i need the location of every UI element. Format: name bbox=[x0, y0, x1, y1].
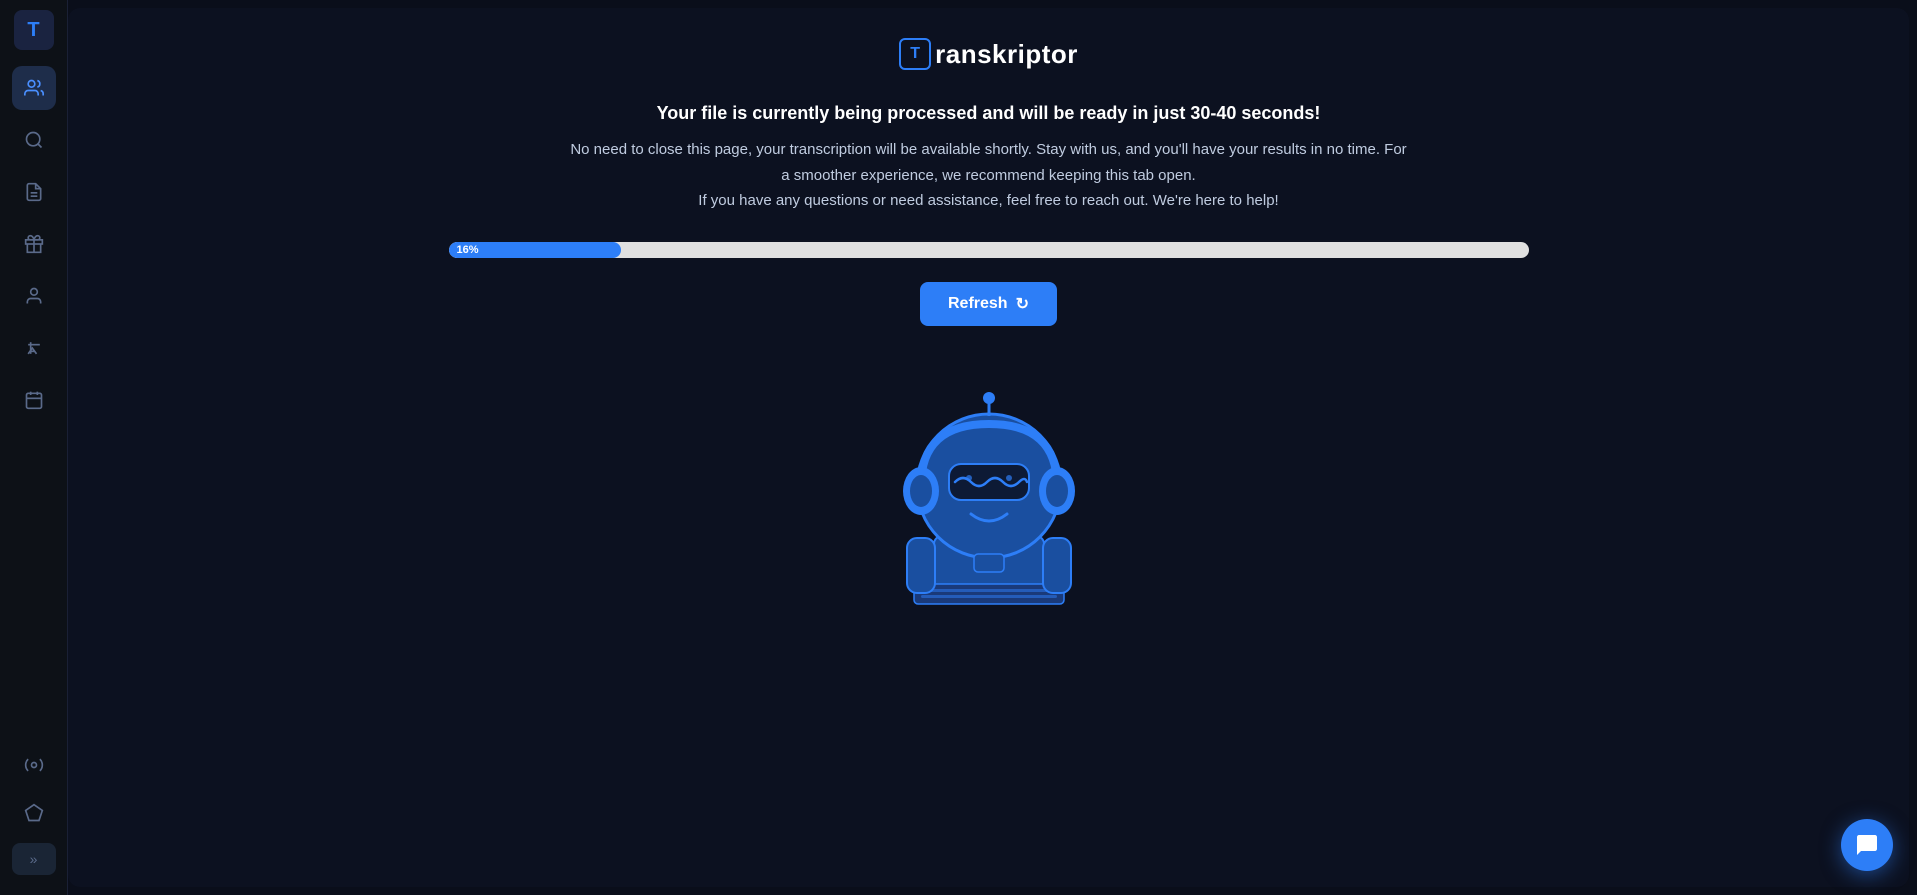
sidebar-item-documents[interactable] bbox=[12, 170, 56, 214]
sidebar-item-team[interactable] bbox=[12, 66, 56, 110]
message-line-4: If you have any questions or need assist… bbox=[570, 188, 1406, 214]
sidebar-nav bbox=[12, 66, 56, 743]
brand-header: T ranskriptor bbox=[899, 38, 1078, 70]
progress-container: 16% bbox=[449, 242, 1529, 258]
refresh-icon: ↻ bbox=[1016, 294, 1029, 314]
message-area: Your file is currently being processed a… bbox=[570, 100, 1406, 214]
sidebar-item-user[interactable] bbox=[12, 274, 56, 318]
refresh-button-label: Refresh bbox=[948, 295, 1008, 313]
sidebar-item-diamond[interactable] bbox=[12, 791, 56, 835]
mascot-area bbox=[859, 356, 1119, 616]
gift-icon bbox=[24, 234, 44, 254]
message-line-3: a smoother experience, we recommend keep… bbox=[570, 163, 1406, 189]
expand-chevron-icon: » bbox=[30, 851, 38, 867]
robot-mascot bbox=[859, 356, 1119, 616]
brand-logo-box: T bbox=[899, 38, 931, 70]
progress-bar-fill: 16% bbox=[449, 242, 622, 258]
refresh-button[interactable]: Refresh ↻ bbox=[920, 282, 1057, 326]
progress-label: 16% bbox=[457, 244, 479, 256]
message-line-1: Your file is currently being processed a… bbox=[570, 100, 1406, 127]
tools-icon bbox=[24, 755, 44, 775]
logo-letter: T bbox=[27, 19, 39, 42]
sidebar-item-tools[interactable] bbox=[12, 743, 56, 787]
brand-logo-letter: T bbox=[910, 45, 920, 63]
chat-bubble-button[interactable] bbox=[1841, 819, 1893, 871]
team-icon bbox=[24, 78, 44, 98]
user-icon bbox=[24, 286, 44, 306]
sidebar-item-translate[interactable] bbox=[12, 326, 56, 370]
brand-name: ranskriptor bbox=[935, 39, 1078, 70]
sidebar: T bbox=[0, 0, 68, 895]
progress-bar-background: 16% bbox=[449, 242, 1529, 258]
brand-name-text: ranskriptor bbox=[935, 39, 1078, 69]
translate-icon bbox=[24, 338, 44, 358]
sidebar-item-search[interactable] bbox=[12, 118, 56, 162]
calendar-icon bbox=[24, 390, 44, 410]
sidebar-item-calendar[interactable] bbox=[12, 378, 56, 422]
chat-bubble-icon bbox=[1855, 833, 1879, 857]
sidebar-logo[interactable]: T bbox=[14, 10, 54, 50]
sidebar-item-gift[interactable] bbox=[12, 222, 56, 266]
main-content: T ranskriptor Your file is currently bei… bbox=[68, 8, 1909, 887]
message-line-2: No need to close this page, your transcr… bbox=[570, 137, 1406, 163]
search-icon bbox=[24, 130, 44, 150]
diamond-icon bbox=[24, 803, 44, 823]
sidebar-expand-button[interactable]: » bbox=[12, 843, 56, 875]
document-icon bbox=[24, 182, 44, 202]
